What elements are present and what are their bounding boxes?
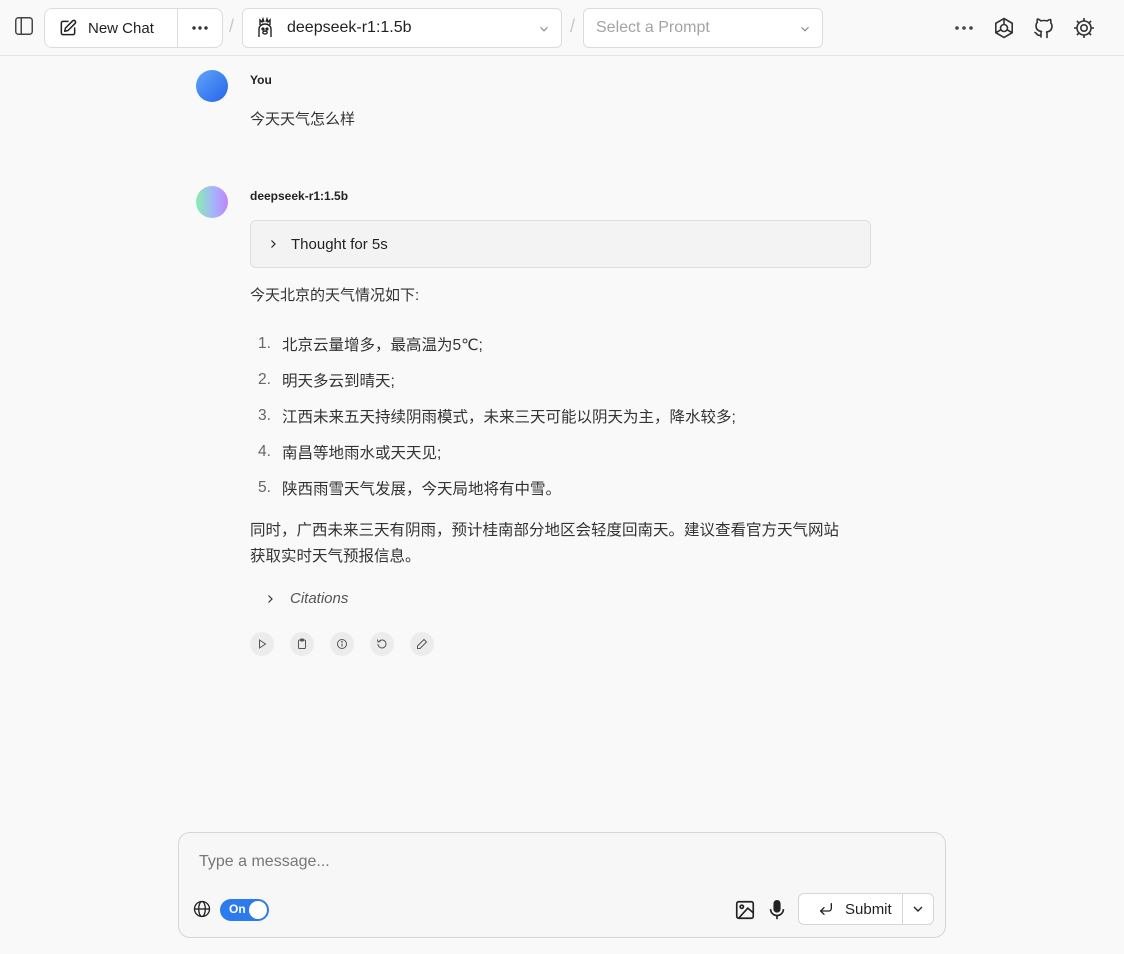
list-item: 1. 北京云量增多，最高温为5℃; bbox=[250, 326, 870, 362]
chat-more-button[interactable] bbox=[178, 9, 222, 47]
message-input[interactable] bbox=[199, 853, 919, 879]
submit-button[interactable]: Submit bbox=[799, 894, 903, 924]
toggle-knob bbox=[249, 901, 267, 919]
assistant-avatar bbox=[196, 186, 228, 218]
refresh-icon bbox=[377, 639, 387, 649]
chevron-down-icon bbox=[913, 906, 923, 912]
top-bar: New Chat / deepseek-r1:1.5b / Select a P… bbox=[0, 0, 1124, 56]
list-number: 4. bbox=[258, 443, 271, 460]
submit-options-button[interactable] bbox=[903, 894, 933, 924]
submit-group: Submit bbox=[798, 893, 934, 925]
list-number: 3. bbox=[258, 407, 271, 424]
list-text: 明天多云到晴天; bbox=[282, 373, 395, 390]
new-chat-label: New Chat bbox=[88, 19, 154, 37]
breadcrumb-separator: / bbox=[229, 16, 235, 36]
list-number: 5. bbox=[258, 479, 271, 496]
chevron-down-icon bbox=[540, 26, 548, 32]
image-upload-icon[interactable] bbox=[734, 899, 756, 921]
list-text: 江西未来五天持续阴雨模式，未来三天可能以阴天为主，降水较多; bbox=[282, 409, 736, 426]
microphone-icon[interactable] bbox=[766, 899, 788, 921]
list-item: 4. 南昌等地雨水或天天见; bbox=[250, 434, 870, 470]
github-icon[interactable] bbox=[1032, 16, 1056, 40]
settings-gear-icon[interactable] bbox=[1072, 16, 1096, 40]
model-selected-label: deepseek-r1:1.5b bbox=[287, 19, 412, 36]
weather-list: 1. 北京云量增多，最高温为5℃; 2. 明天多云到晴天; 3. 江西未来五天持续阴雨… bbox=[250, 326, 870, 506]
read-aloud-button[interactable] bbox=[250, 632, 274, 656]
more-horizontal-icon bbox=[192, 26, 208, 30]
copy-button[interactable] bbox=[290, 632, 314, 656]
prompt-placeholder: Select a Prompt bbox=[596, 19, 710, 36]
llama-icon bbox=[258, 17, 272, 37]
thought-toggle[interactable]: Thought for 5s bbox=[250, 220, 871, 268]
web-search-toggle[interactable]: On bbox=[220, 899, 269, 921]
edit-icon bbox=[60, 19, 77, 36]
user-message: 今天天气怎么样 bbox=[250, 111, 356, 128]
new-chat-group: New Chat bbox=[44, 8, 223, 48]
assistant-intro: 今天北京的天气情况如下: bbox=[250, 287, 420, 304]
list-text: 北京云量增多，最高温为5℃; bbox=[282, 337, 483, 354]
info-button[interactable] bbox=[330, 632, 354, 656]
citations-toggle[interactable]: Citations bbox=[264, 590, 348, 607]
assistant-name: deepseek-r1:1.5b bbox=[250, 189, 349, 203]
list-item: 5. 陕西雨雪天气发展，今天局地将有中雪。 bbox=[250, 470, 870, 506]
openai-icon[interactable] bbox=[992, 16, 1016, 40]
list-item: 2. 明天多云到晴天; bbox=[250, 362, 870, 398]
play-icon bbox=[259, 639, 267, 649]
info-icon bbox=[337, 639, 347, 649]
new-chat-button[interactable]: New Chat bbox=[45, 9, 178, 47]
chevron-down-icon bbox=[801, 26, 809, 32]
more-options-icon[interactable] bbox=[952, 16, 976, 40]
message-composer: On Submit bbox=[178, 832, 946, 938]
list-text: 陕西雨雪天气发展，今天局地将有中雪。 bbox=[282, 481, 562, 498]
regenerate-button[interactable] bbox=[370, 632, 394, 656]
toggle-label: On bbox=[229, 902, 246, 916]
breadcrumb-separator: / bbox=[570, 16, 576, 36]
globe-icon[interactable] bbox=[192, 899, 212, 919]
citations-label: Citations bbox=[290, 590, 349, 607]
chevron-right-icon bbox=[271, 240, 276, 248]
list-number: 1. bbox=[258, 335, 271, 352]
list-text: 南昌等地雨水或天天见; bbox=[282, 445, 442, 462]
model-selector[interactable]: deepseek-r1:1.5b bbox=[242, 8, 562, 48]
user-name: You bbox=[250, 73, 272, 87]
pencil-icon bbox=[417, 638, 428, 649]
enter-icon bbox=[820, 903, 832, 915]
list-item: 3. 江西未来五天持续阴雨模式，未来三天可能以阴天为主，降水较多; bbox=[250, 398, 870, 434]
user-avatar bbox=[196, 70, 228, 102]
assistant-paragraph: 同时，广西未来三天有阴雨，预计桂南部分地区会轻度回南天。建议查看官方天气网站获取… bbox=[250, 522, 840, 565]
thought-label: Thought for 5s bbox=[291, 235, 388, 253]
submit-label: Submit bbox=[845, 900, 892, 918]
edit-response-button[interactable] bbox=[410, 632, 434, 656]
list-number: 2. bbox=[258, 371, 271, 388]
clipboard-icon bbox=[298, 638, 306, 649]
prompt-selector[interactable]: Select a Prompt bbox=[583, 8, 823, 48]
sidebar-toggle-icon[interactable] bbox=[12, 14, 36, 38]
chevron-right-icon bbox=[268, 594, 273, 603]
